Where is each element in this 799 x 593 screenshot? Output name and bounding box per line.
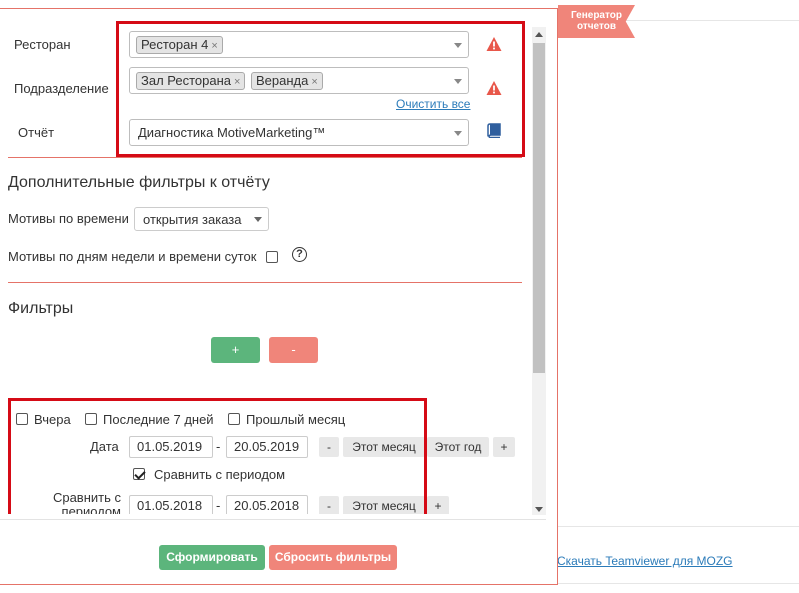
ribbon-line-2: отчетов	[576, 21, 616, 32]
report-generator-ribbon[interactable]: Генератор отчетов	[558, 5, 635, 38]
help-icon[interactable]: ?	[292, 247, 307, 262]
teamviewer-download-link[interactable]: Скачать Teamviewer для MOZG	[557, 554, 733, 568]
date-next-button[interactable]: +	[493, 437, 515, 457]
divider	[8, 157, 522, 158]
scroll-down-icon[interactable]	[535, 507, 543, 512]
additional-filters-title: Дополнительные фильтры к отчёту	[8, 174, 270, 191]
weekday-motives-checkbox[interactable]	[266, 251, 278, 263]
highlight-main-filters	[116, 21, 525, 157]
ribbon-line-1: Генератор	[571, 10, 622, 21]
reset-filters-button[interactable]: Сбросить фильтры	[269, 545, 397, 570]
panel-scroll-area: Ресторан Ресторан 4 × Подразделение Зал Р…	[0, 9, 530, 514]
time-motives-value: открытия заказа	[143, 212, 242, 227]
time-motives-label: Мотивы по времени	[8, 211, 129, 226]
remove-filter-button[interactable]: -	[269, 337, 318, 363]
department-label: Подразделение	[14, 81, 109, 96]
divider	[8, 282, 522, 283]
generate-report-button[interactable]: Сформировать	[159, 545, 265, 570]
compare-next-button[interactable]: +	[427, 496, 449, 514]
filters-title: Фильтры	[8, 300, 74, 317]
highlight-period-filters	[8, 398, 427, 514]
chevron-down-icon	[254, 217, 262, 222]
time-motives-select[interactable]: открытия заказа	[134, 207, 269, 231]
add-filter-button[interactable]: +	[211, 337, 260, 363]
report-filter-panel: Ресторан Ресторан 4 × Подразделение Зал Р…	[0, 8, 558, 585]
scrollbar-thumb[interactable]	[533, 43, 545, 373]
report-label: Отчёт	[18, 125, 55, 140]
footer-divider	[0, 519, 546, 520]
weekday-motives-label: Мотивы по дням недели и времени суток	[8, 249, 257, 264]
restaurant-label: Ресторан	[14, 37, 71, 52]
vertical-scrollbar[interactable]	[532, 27, 546, 515]
this-year-button[interactable]: Этот год	[427, 437, 489, 457]
scroll-up-icon[interactable]	[535, 32, 543, 37]
